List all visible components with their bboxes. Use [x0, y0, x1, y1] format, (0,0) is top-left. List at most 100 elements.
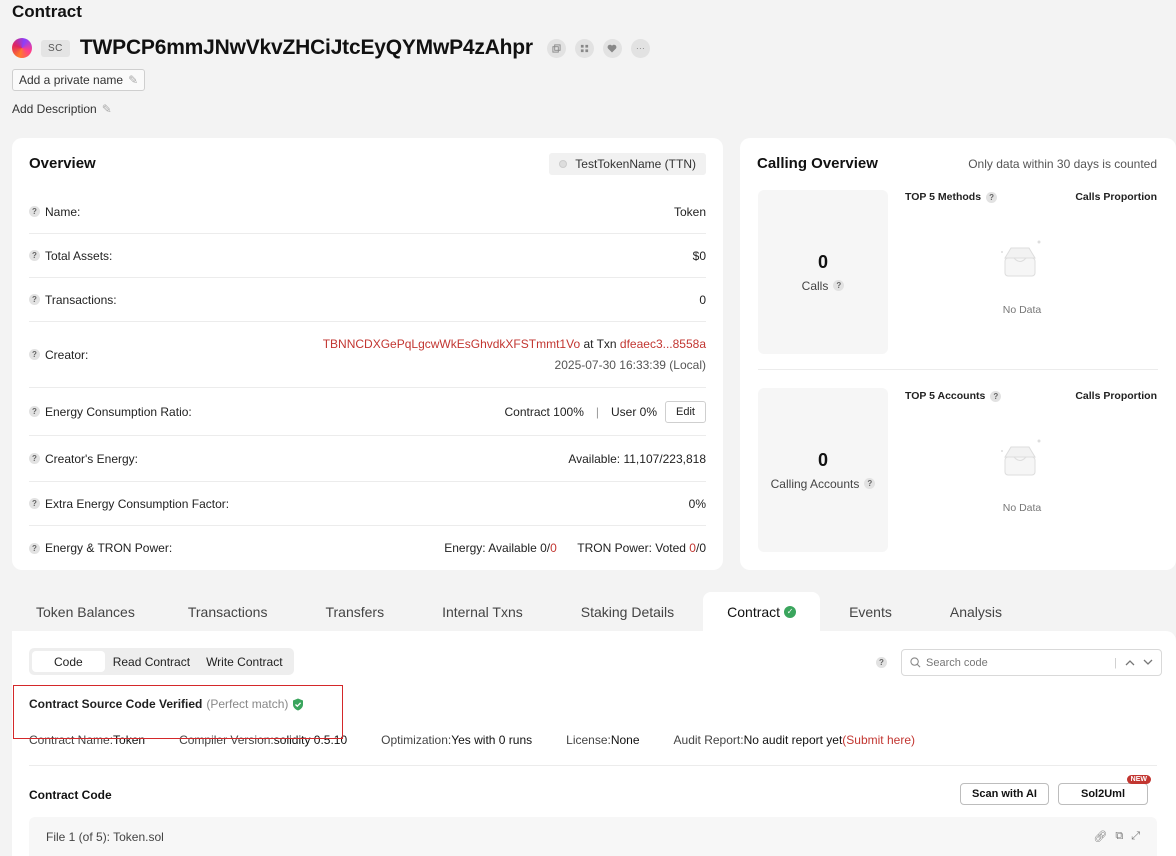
overview-card: Overview TestTokenName (TTN) ? Name: Toke… — [12, 138, 723, 570]
file-name: File 1 (of 5): Token.sol — [46, 829, 164, 844]
no-data-icon — [997, 238, 1043, 287]
token-pill-label: TestTokenName (TTN) — [575, 157, 696, 171]
help-icon[interactable]: ? — [833, 280, 845, 291]
creator-txn-link[interactable]: dfeaec3...8558a — [620, 337, 706, 351]
energy-value: 0 — [550, 541, 557, 555]
add-description-label: Add Description — [12, 102, 97, 116]
copy-icon[interactable] — [546, 38, 566, 58]
no-data-icon — [997, 437, 1043, 486]
tab-transactions[interactable]: Transactions — [159, 592, 297, 631]
search-code-input[interactable] — [926, 656, 1115, 669]
creator-address-link[interactable]: TBNNCDXGePqLgcwWkEsGhvdkXFSTmmt1Vo — [323, 337, 580, 351]
submit-audit-link[interactable]: (Submit here) — [842, 733, 915, 747]
top5-methods-label: TOP 5 Methods — [905, 191, 982, 203]
calling-subtitle: Only data within 30 days is counted — [968, 157, 1157, 171]
segment-read-contract[interactable]: Read Contract — [105, 651, 198, 672]
power-value: 0 — [689, 541, 696, 555]
row-energy-power: ? Energy & TRON Power: Energy: Available … — [29, 526, 706, 570]
ratio-separator: | — [595, 404, 600, 419]
divider — [758, 369, 1158, 370]
accounts-count: 0 — [817, 449, 828, 470]
help-icon[interactable]: ? — [990, 390, 1002, 402]
row-value: 0% — [688, 496, 706, 511]
creator-time: 2025-07-30 16:33:39 (Local) — [554, 357, 706, 372]
contract-ratio: Contract 100% — [504, 404, 584, 419]
tab-events[interactable]: Events — [820, 592, 921, 631]
tab-bar: Token Balances Transactions Transfers In… — [12, 592, 1031, 631]
row-label: Creator's Energy: — [45, 451, 138, 466]
sc-badge: SC — [41, 39, 70, 57]
chevron-down-icon[interactable] — [1143, 659, 1153, 666]
tab-staking-details[interactable]: Staking Details — [552, 592, 703, 631]
help-icon[interactable]: ? — [29, 349, 40, 360]
code-segment-control: Code Read Contract Write Contract — [29, 648, 294, 675]
help-icon[interactable]: ? — [876, 657, 887, 668]
add-description-button[interactable]: Add Description ✎ — [12, 102, 112, 116]
tab-analysis[interactable]: Analysis — [921, 592, 1031, 631]
meta-license: License:None — [566, 733, 639, 747]
help-icon[interactable]: ? — [29, 406, 40, 417]
more-options-icon[interactable]: ··· — [630, 38, 650, 58]
row-extra-factor: ? Extra Energy Consumption Factor: 0% — [29, 482, 706, 526]
tab-transfers[interactable]: Transfers — [296, 592, 413, 631]
tab-internal-txns[interactable]: Internal Txns — [413, 592, 552, 631]
calls-label: Calls — [801, 278, 829, 293]
contract-address: TWPCP6mmJNwVkvZHCiJtcEyQYMwP4zAhpr — [79, 36, 533, 59]
row-transactions: ? Transactions: 0 — [29, 278, 706, 322]
row-creator-energy: ? Creator's Energy: Available: 11,107/223… — [29, 436, 706, 482]
sol2uml-label: Sol2Uml — [1080, 788, 1125, 800]
accounts-stat: 0 Calling Accounts? — [758, 388, 888, 552]
row-creator: ? Creator: TBNNCDXGePqLgcwWkEsGhvdkXFSTmm… — [29, 322, 706, 388]
row-value: Token — [673, 204, 706, 219]
help-icon[interactable]: ? — [29, 294, 40, 305]
token-avatar — [12, 38, 32, 58]
sol2uml-button[interactable]: Sol2Uml NEW — [1058, 775, 1151, 805]
highlight-annotation-box — [13, 685, 343, 739]
calls-count: 0 — [817, 251, 828, 272]
tab-contract[interactable]: Contract ✓ — [703, 592, 821, 631]
calling-title: Calling Overview — [757, 155, 878, 172]
segment-write-contract[interactable]: Write Contract — [198, 651, 290, 672]
segment-code[interactable]: Code — [32, 651, 105, 672]
file-header: File 1 (of 5): Token.sol 🔗︎ ⧉ ⤢ — [29, 817, 1157, 856]
row-value: Available: 11,107/223,818 — [568, 451, 706, 466]
chevron-up-icon[interactable] — [1125, 659, 1135, 666]
top5-methods-title: TOP 5 Methods? — [905, 191, 998, 203]
meta-value: No audit report yet — [743, 733, 843, 747]
edit-ratio-button[interactable]: Edit — [665, 400, 706, 423]
tab-token-balances[interactable]: Token Balances — [12, 592, 159, 631]
calls-proportion-label: Calls Proportion — [1075, 390, 1157, 402]
contract-code-heading: Contract Code — [29, 788, 112, 802]
expand-icon[interactable]: ⤢ — [1131, 830, 1140, 843]
qrcode-icon[interactable] — [574, 38, 594, 58]
search-icon — [910, 657, 921, 668]
meta-label: Optimization: — [381, 733, 452, 747]
contract-panel: Code Read Contract Write Contract ? | Co… — [12, 631, 1176, 856]
top5-accounts-title: TOP 5 Accounts? — [905, 390, 1002, 402]
link-icon[interactable]: 🔗︎ — [1093, 830, 1107, 843]
meta-label: Audit Report: — [673, 733, 744, 747]
help-icon[interactable]: ? — [864, 478, 876, 489]
no-data-methods: No Data — [1002, 304, 1042, 316]
copy-icon[interactable]: ⧉ — [1115, 830, 1123, 843]
search-divider: | — [1114, 656, 1117, 669]
row-energy-ratio: ? Energy Consumption Ratio: Contract 100%… — [29, 388, 706, 436]
row-total-assets: ? Total Assets: $0 — [29, 234, 706, 278]
help-icon[interactable]: ? — [29, 250, 40, 261]
pencil-icon: ✎ — [101, 102, 112, 116]
address-row: SC TWPCP6mmJNwVkvZHCiJtcEyQYMwP4zAhpr ··… — [12, 36, 650, 60]
power-prefix: TRON Power: Voted — [577, 541, 690, 555]
help-icon[interactable]: ? — [29, 453, 40, 464]
token-link[interactable]: TestTokenName (TTN) — [549, 153, 706, 175]
scan-with-ai-button[interactable]: Scan with AI — [960, 783, 1049, 805]
favorite-heart-icon[interactable] — [602, 38, 622, 58]
add-private-name-button[interactable]: Add a private name ✎ — [12, 69, 146, 91]
help-icon[interactable]: ? — [29, 542, 40, 554]
help-icon[interactable]: ? — [29, 206, 40, 217]
help-icon[interactable]: ? — [986, 191, 998, 203]
help-icon[interactable]: ? — [29, 498, 40, 509]
top5-accounts-label: TOP 5 Accounts — [905, 390, 986, 402]
row-label: Transactions: — [45, 292, 117, 307]
add-private-name-label: Add a private name — [19, 73, 124, 87]
calling-overview-card: Calling Overview Only data within 30 day… — [740, 138, 1176, 570]
